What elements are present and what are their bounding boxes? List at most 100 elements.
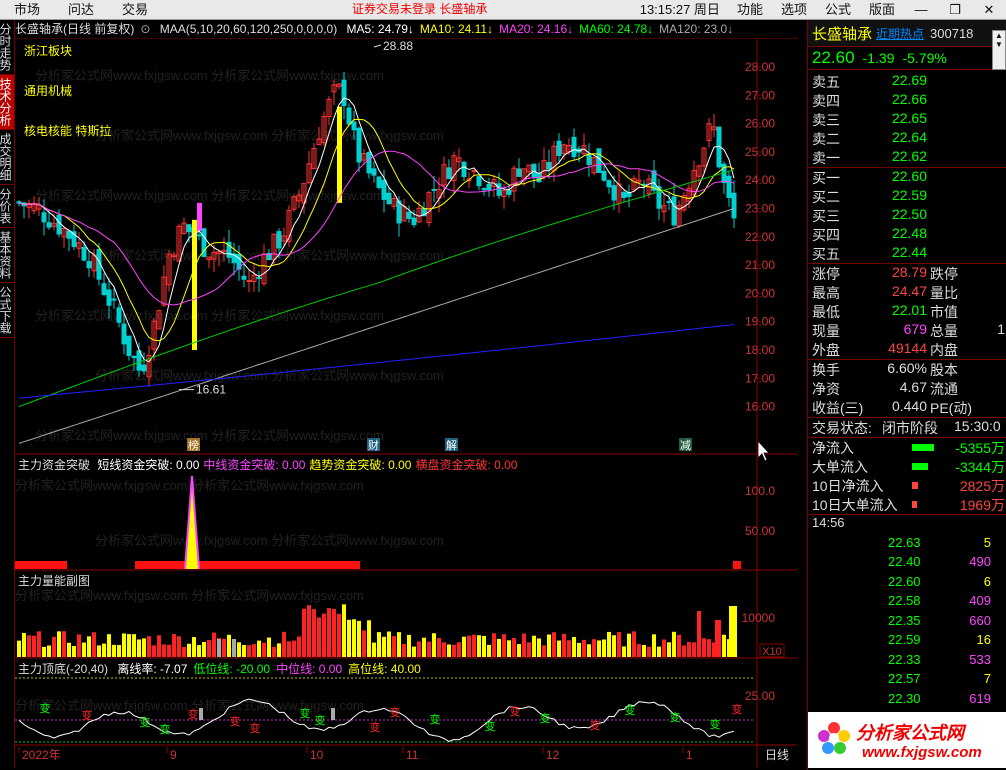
stat-label2: 跌停 bbox=[930, 266, 958, 282]
candle-body bbox=[341, 79, 347, 107]
volume-bar bbox=[462, 636, 466, 657]
volume-bar bbox=[442, 642, 446, 657]
deviation-marker: 变 bbox=[370, 720, 381, 734]
left-tab-5[interactable]: 公式下载 bbox=[0, 283, 14, 338]
tick-price: 22.60 bbox=[888, 573, 921, 589]
sector-tag-3[interactable]: 核电核能 特斯拉 bbox=[24, 122, 111, 139]
ask-row[interactable]: 卖二 22.64 bbox=[808, 129, 1006, 148]
menu-function[interactable]: 功能 bbox=[728, 0, 772, 19]
tick-volume: 533 bbox=[969, 651, 991, 667]
candle-body bbox=[101, 283, 107, 296]
panel1-axis-label: 50.00 bbox=[745, 524, 775, 538]
volume-bar bbox=[687, 641, 691, 657]
volume-bar bbox=[502, 634, 506, 657]
menu-formula[interactable]: 公式 bbox=[816, 0, 860, 19]
left-tab-0[interactable]: 分时走势 bbox=[0, 20, 14, 75]
minimize-button[interactable]: — bbox=[904, 0, 938, 19]
ask-label: 卖一 bbox=[812, 150, 840, 166]
tick-price: 22.57 bbox=[888, 671, 921, 686]
close-button[interactable]: ✕ bbox=[972, 0, 1006, 19]
volume-bar bbox=[642, 645, 646, 657]
bid-price: 22.50 bbox=[891, 206, 927, 222]
sector-tag-2[interactable]: 通用机械 bbox=[24, 82, 72, 99]
stat-label: 外盘 bbox=[812, 342, 840, 358]
volume-bar bbox=[562, 633, 566, 657]
watermark-text: 分析家公式网www.fxjgsw.com 分析家公式网www.fxjgsw.co… bbox=[35, 188, 384, 203]
maximize-button[interactable]: ❐ bbox=[938, 0, 972, 19]
left-tab-4[interactable]: 基本资料 bbox=[0, 228, 14, 283]
deviation-marker: 变 bbox=[540, 711, 551, 725]
ask-row[interactable]: 卖三 22.65 bbox=[808, 110, 1006, 129]
stat-label: 净资 bbox=[812, 381, 840, 397]
panel2-axis-label: 10000 bbox=[742, 611, 776, 625]
bid-row[interactable]: 买四 22.48 bbox=[808, 225, 1006, 244]
stat-row: 外盘 49144 内盘 bbox=[808, 340, 1006, 359]
bid-label: 买四 bbox=[812, 227, 840, 243]
volume-bar bbox=[452, 644, 456, 657]
login-notice[interactable]: 证券交易未登录 长盛轴承 bbox=[352, 0, 487, 19]
volume-bar bbox=[97, 645, 101, 657]
candle-body bbox=[246, 280, 252, 283]
candle-body bbox=[16, 201, 22, 204]
kline-chart-area[interactable]: 分析家公式网www.fxjgsw.com 分析家公式网www.fxjgsw.co… bbox=[15, 20, 797, 768]
volume-bar bbox=[172, 633, 176, 657]
bid-row[interactable]: 买一 22.60 bbox=[808, 168, 1006, 187]
menu-item-1[interactable]: 问达 bbox=[54, 0, 108, 19]
bid-row[interactable]: 买五 22.44 bbox=[808, 244, 1006, 263]
indicator-name[interactable]: MAA(5,10,20,60,120,250,0,0,0,0) bbox=[160, 22, 337, 36]
volume-bar bbox=[167, 644, 171, 657]
ask-row[interactable]: 卖一 22.62 bbox=[808, 148, 1006, 167]
volume-bar bbox=[222, 638, 226, 657]
menu-item-2[interactable]: 交易 bbox=[108, 0, 162, 19]
sector-tag-1[interactable]: 浙江板块 bbox=[24, 42, 72, 59]
deviation-marker: 变 bbox=[300, 706, 311, 720]
side-scroll-button[interactable]: ▲ ▼ bbox=[992, 30, 1006, 70]
candle-body bbox=[356, 127, 362, 163]
stat-value: 22.01 bbox=[891, 302, 927, 318]
menu-options[interactable]: 选项 bbox=[772, 0, 816, 19]
stat-value2: 1 bbox=[997, 321, 1005, 337]
candle-body bbox=[496, 183, 502, 196]
menu-item-0[interactable]: 市场 bbox=[0, 0, 54, 19]
volume-bar bbox=[652, 634, 656, 657]
stat-label: 换手 bbox=[812, 362, 840, 378]
tick-price: 22.59 bbox=[888, 632, 921, 647]
volume-bar bbox=[572, 637, 576, 657]
panel1-item-1: 中线资金突破: 0.00 bbox=[203, 458, 306, 472]
bid-row[interactable]: 买三 22.50 bbox=[808, 206, 1006, 225]
date-axis-label: 1 bbox=[686, 748, 693, 762]
deviation-marker: 变 bbox=[670, 710, 681, 724]
dropdown-icon[interactable]: ⊙ bbox=[140, 22, 150, 36]
candle-body bbox=[611, 185, 617, 201]
event-marker-text: 财 bbox=[368, 438, 379, 452]
menu-layout[interactable]: 版面 bbox=[860, 0, 904, 19]
volume-bar bbox=[52, 636, 56, 657]
bid-row[interactable]: 买二 22.59 bbox=[808, 187, 1006, 206]
bid-label: 买三 bbox=[812, 208, 840, 224]
volume-bar bbox=[602, 639, 606, 657]
tick-volume: 409 bbox=[969, 593, 991, 608]
volume-bar bbox=[432, 633, 436, 657]
volume-bar bbox=[612, 635, 616, 657]
candle-body bbox=[606, 180, 612, 188]
ask-row[interactable]: 卖五 22.69 bbox=[808, 72, 1006, 91]
deviation-marker: 变 bbox=[40, 701, 51, 715]
candle-body bbox=[366, 151, 372, 174]
ask-row[interactable]: 卖四 22.66 bbox=[808, 91, 1006, 110]
left-tab-2[interactable]: 成交明细 bbox=[0, 130, 14, 185]
stat-row: 现量 679 总量 1 bbox=[808, 321, 1006, 340]
period-label: 日线 bbox=[765, 748, 789, 762]
volume-bar bbox=[547, 634, 551, 657]
left-tab-3[interactable]: 分价表 bbox=[0, 185, 14, 228]
volume-bar bbox=[437, 637, 441, 657]
volume-bar bbox=[292, 640, 296, 657]
ma-label-0: MA5: 24.79↓ bbox=[346, 22, 414, 36]
breakout-bar bbox=[15, 561, 67, 569]
stat-value: 6.60% bbox=[887, 360, 927, 376]
volume-bar bbox=[577, 642, 581, 657]
hot-tag[interactable]: 近期热点 bbox=[876, 25, 924, 42]
volume-bar bbox=[707, 639, 711, 657]
volume-bar bbox=[677, 634, 681, 657]
left-tab-1[interactable]: 技术分析 bbox=[0, 75, 14, 130]
panel3-item-3: 高位线: 40.00 bbox=[348, 662, 421, 676]
